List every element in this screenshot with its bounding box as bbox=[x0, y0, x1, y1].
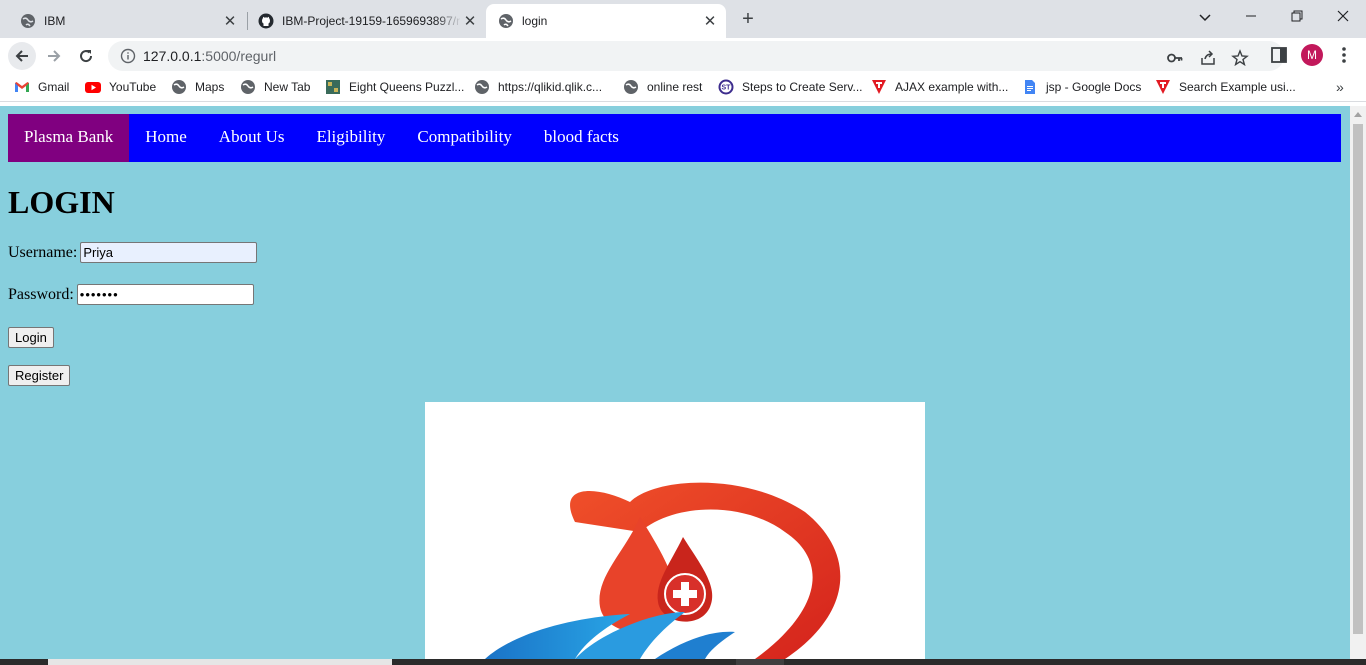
image-icon bbox=[326, 80, 340, 94]
username-label: Username: bbox=[8, 243, 78, 261]
reload-button[interactable] bbox=[72, 42, 100, 70]
taskbar-item bbox=[736, 659, 784, 665]
bookmark-qlikid[interactable]: https://qlikid.qlik.c... bbox=[474, 78, 602, 96]
bookmark-label: Maps bbox=[195, 80, 225, 94]
arrow-left-icon bbox=[15, 50, 28, 62]
bookmark-label: AJAX example with... bbox=[895, 80, 1009, 94]
tutorialspoint-icon bbox=[872, 80, 886, 94]
password-input[interactable] bbox=[76, 284, 254, 305]
tab-strip: IBM ✕ IBM-Project-19159-1659693897/r ✕ l… bbox=[0, 0, 1366, 38]
bookmark-youtube[interactable]: YouTube bbox=[85, 78, 156, 96]
bookmark-maps[interactable]: Maps bbox=[171, 78, 224, 96]
username-row: Username: bbox=[8, 242, 258, 263]
plasma-bank-logo bbox=[425, 402, 925, 659]
bookmark-label: jsp - Google Docs bbox=[1046, 80, 1142, 94]
nav-brand[interactable]: Plasma Bank bbox=[8, 114, 130, 162]
side-panel-icon[interactable] bbox=[1268, 44, 1290, 66]
vertical-scrollbar[interactable] bbox=[1350, 106, 1366, 659]
globe-icon bbox=[172, 80, 186, 94]
bookmark-star-icon[interactable] bbox=[1231, 49, 1249, 67]
globe-icon bbox=[21, 14, 35, 28]
google-docs-icon bbox=[1025, 80, 1035, 94]
page-title: LOGIN bbox=[8, 184, 115, 220]
tab-github[interactable]: IBM-Project-19159-1659693897/r ✕ bbox=[248, 4, 486, 38]
globe-icon bbox=[624, 80, 638, 94]
bookmark-online-rest[interactable]: online rest bbox=[623, 78, 702, 96]
bookmark-label: online rest bbox=[647, 80, 703, 94]
minimize-icon[interactable] bbox=[1231, 4, 1271, 30]
svg-text:ST: ST bbox=[722, 85, 732, 92]
new-tab-icon[interactable]: + bbox=[737, 8, 759, 30]
register-button[interactable]: Register bbox=[8, 365, 71, 386]
bookmark-label: New Tab bbox=[264, 80, 311, 94]
avatar[interactable]: M bbox=[1301, 44, 1323, 66]
tab-title: login bbox=[522, 14, 548, 28]
url-text: 127.0.0.1:5000/regurl bbox=[143, 48, 276, 64]
password-row: Password: bbox=[8, 284, 254, 305]
close-tab-icon[interactable]: ✕ bbox=[462, 12, 478, 30]
nav-compatibility[interactable]: Compatibility bbox=[401, 114, 527, 162]
bookmark-label: Steps to Create Serv... bbox=[742, 80, 863, 94]
bookmark-label: Gmail bbox=[38, 80, 70, 94]
info-icon[interactable] bbox=[120, 48, 136, 64]
url-host: 127.0.0.1 bbox=[143, 48, 202, 64]
username-input[interactable] bbox=[80, 242, 258, 263]
youtube-icon bbox=[85, 82, 101, 93]
chevron-double-right-icon[interactable]: » bbox=[1336, 79, 1344, 95]
tab-login[interactable]: login ✕ bbox=[486, 4, 726, 38]
site-navbar: Plasma Bank Home About Us Eligibility Co… bbox=[8, 114, 1341, 162]
globe-icon bbox=[241, 80, 255, 94]
gmail-icon bbox=[15, 82, 29, 92]
globe-icon bbox=[475, 80, 489, 94]
more-menu-icon[interactable] bbox=[1333, 44, 1355, 66]
tab-title: IBM-Project-19159-1659693897/r bbox=[282, 14, 461, 28]
browser-toolbar: 127.0.0.1:5000/regurl M bbox=[0, 38, 1366, 73]
close-tab-icon[interactable]: ✕ bbox=[222, 12, 238, 30]
page-viewport: Plasma Bank Home About Us Eligibility Co… bbox=[0, 106, 1350, 659]
bookmark-ajax-example[interactable]: AJAX example with... bbox=[871, 78, 1008, 96]
back-button[interactable] bbox=[8, 42, 36, 70]
tab-title: IBM bbox=[44, 14, 66, 28]
nav-about-us[interactable]: About Us bbox=[203, 114, 301, 162]
bookmarks-bar: Gmail YouTube Maps New Tab Eight Queens … bbox=[0, 73, 1366, 102]
nav-home[interactable]: Home bbox=[129, 114, 203, 162]
bookmark-gmail[interactable]: Gmail bbox=[14, 78, 69, 96]
bookmark-label: YouTube bbox=[109, 80, 157, 94]
tutorialspoint-icon bbox=[1156, 80, 1170, 94]
login-button[interactable]: Login bbox=[8, 327, 54, 348]
scrollbar-thumb[interactable] bbox=[1353, 124, 1363, 634]
github-icon bbox=[258, 13, 274, 29]
taskbar-item bbox=[48, 659, 392, 665]
blood-donation-logo-icon bbox=[485, 482, 841, 659]
scroll-up-icon[interactable] bbox=[1354, 112, 1362, 117]
globe-icon bbox=[499, 14, 513, 28]
key-icon[interactable] bbox=[1166, 49, 1184, 67]
close-window-icon[interactable] bbox=[1323, 4, 1363, 30]
forward-button[interactable] bbox=[40, 42, 68, 70]
bookmark-eight-queens[interactable]: Eight Queens Puzzl... bbox=[325, 78, 464, 96]
address-bar[interactable]: 127.0.0.1:5000/regurl bbox=[108, 41, 1284, 71]
bookmark-label: Eight Queens Puzzl... bbox=[349, 80, 465, 94]
st-icon: ST bbox=[718, 79, 734, 95]
tab-search-icon[interactable] bbox=[1185, 4, 1225, 30]
taskbar-strip bbox=[0, 659, 1366, 665]
restore-icon[interactable] bbox=[1277, 4, 1317, 30]
bookmark-steps-to-create[interactable]: ST Steps to Create Serv... bbox=[718, 78, 863, 96]
tab-ibm[interactable]: IBM ✕ bbox=[0, 4, 246, 38]
share-icon[interactable] bbox=[1199, 49, 1217, 67]
arrow-right-icon bbox=[48, 50, 61, 62]
bookmark-jsp-docs[interactable]: jsp - Google Docs bbox=[1022, 78, 1141, 96]
password-label: Password: bbox=[8, 285, 74, 303]
bookmark-new-tab[interactable]: New Tab bbox=[240, 78, 310, 96]
nav-eligibility[interactable]: Eligibility bbox=[300, 114, 401, 162]
bookmark-label: Search Example usi... bbox=[1179, 80, 1296, 94]
nav-blood-facts[interactable]: blood facts bbox=[528, 114, 635, 162]
reload-icon bbox=[80, 50, 93, 63]
url-path: :5000/regurl bbox=[201, 48, 277, 64]
close-tab-icon[interactable]: ✕ bbox=[702, 12, 718, 30]
bookmark-label: https://qlikid.qlik.c... bbox=[498, 80, 603, 94]
bookmark-search-example[interactable]: Search Example usi... bbox=[1155, 78, 1296, 96]
